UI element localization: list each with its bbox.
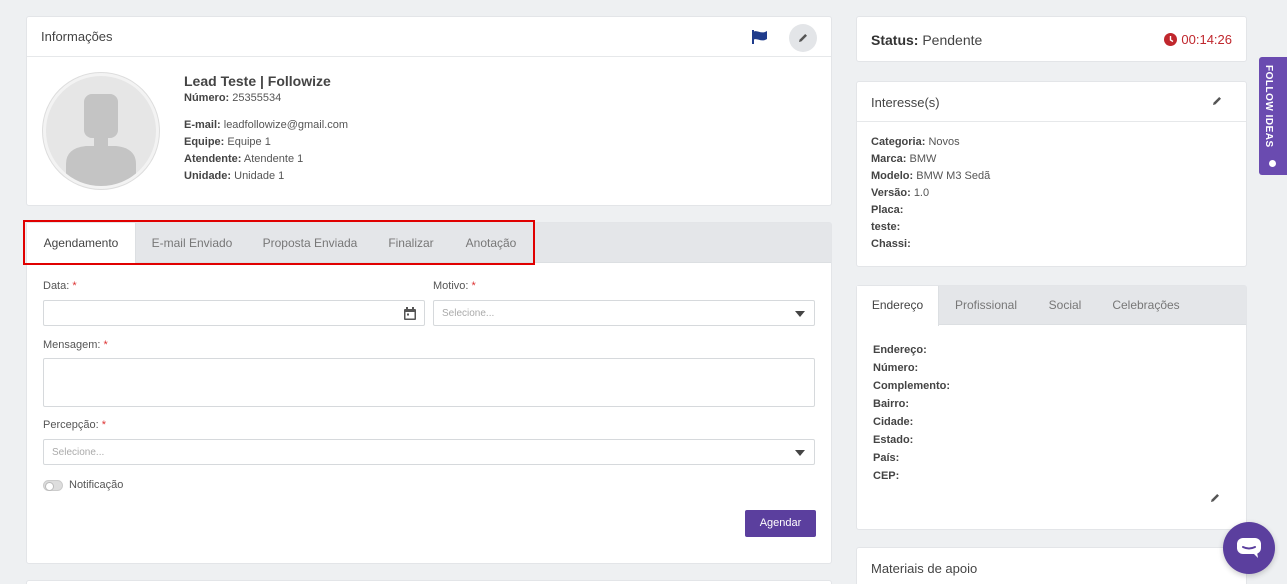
- chevron-down-icon: [795, 450, 805, 456]
- interest-row: Marca: BMW: [871, 153, 937, 165]
- edit-info-button[interactable]: [789, 24, 817, 52]
- data-label: Data: *: [43, 280, 77, 292]
- tab-celebracoes[interactable]: Celebrações: [1097, 286, 1195, 325]
- materials-card: Materiais de apoio: [856, 547, 1247, 584]
- interest-row: Versão: 1.0: [871, 187, 930, 199]
- status-timer: 00:14:26: [1164, 32, 1232, 47]
- interest-row: Chassi:: [871, 238, 911, 250]
- pencil-icon: [799, 34, 807, 42]
- tab-email-enviado[interactable]: E-mail Enviado: [136, 223, 248, 263]
- interest-row: Placa:: [871, 204, 904, 216]
- chat-icon: [1237, 538, 1261, 558]
- clock-icon: [1164, 33, 1178, 46]
- lightbulb-icon: [1269, 160, 1276, 167]
- mensagem-textarea[interactable]: [43, 358, 815, 407]
- interest-title: Interesse(s): [871, 95, 940, 110]
- info-card: Informações Lead Teste | Followize Númer…: [26, 16, 832, 206]
- lead-atendente: Atendente: Atendente 1: [184, 153, 304, 165]
- address-fields: Endereço: Número: Complemento: Bairro: C…: [873, 341, 950, 485]
- address-field: Complemento:: [873, 380, 950, 392]
- percepcao-select[interactable]: Selecione...: [43, 439, 815, 465]
- interest-row: teste:: [871, 221, 901, 233]
- action-tabs: Agendamento E-mail Enviado Proposta Envi…: [27, 223, 831, 264]
- lead-details: Lead Teste | Followize Número: 25355534 …: [184, 72, 348, 185]
- chevron-down-icon: [795, 311, 805, 317]
- status-text: Status: Pendente: [871, 32, 983, 48]
- tab-finalizar[interactable]: Finalizar: [372, 223, 450, 263]
- chat-button[interactable]: [1223, 522, 1275, 574]
- lead-name: Lead Teste | Followize: [184, 73, 331, 89]
- address-field: Bairro:: [873, 398, 910, 410]
- tab-profissional[interactable]: Profissional: [939, 286, 1033, 325]
- flag-icon[interactable]: [751, 28, 769, 44]
- calendar-icon[interactable]: [404, 307, 416, 320]
- address-card: Endereço Profissional Social Celebrações…: [856, 285, 1247, 530]
- interest-card: Interesse(s) Categoria: Novos Marca: BMW…: [856, 81, 1247, 267]
- percepcao-label: Percepção: *: [43, 419, 106, 431]
- interest-row: Modelo: BMW M3 Sedã: [871, 170, 991, 182]
- pencil-icon[interactable]: [1209, 492, 1221, 504]
- notificacao-toggle[interactable]: [43, 480, 63, 491]
- lead-email: E-mail: leadfollowize@gmail.com: [184, 119, 349, 131]
- follow-ideas-label: FOLLOW IDEAS: [1263, 65, 1274, 148]
- address-field: Número:: [873, 362, 919, 374]
- avatar-silhouette-icon: [66, 94, 136, 186]
- interest-list: Categoria: Novos Marca: BMW Modelo: BMW …: [871, 134, 990, 253]
- interest-header: Interesse(s): [857, 82, 1246, 122]
- address-field: Endereço:: [873, 344, 927, 356]
- agendar-button[interactable]: Agendar: [745, 510, 816, 537]
- lead-unidade: Unidade: Unidade 1: [184, 170, 285, 182]
- follow-ideas-tab[interactable]: FOLLOW IDEAS: [1259, 57, 1287, 175]
- bottom-card: [26, 580, 832, 584]
- tab-agendamento[interactable]: Agendamento: [27, 223, 136, 264]
- lead-numero: Número: 25355534: [184, 92, 282, 104]
- schedule-card: Agendamento E-mail Enviado Proposta Envi…: [26, 222, 832, 564]
- info-header: Informações: [27, 17, 831, 57]
- status-card: Status: Pendente 00:14:26: [856, 16, 1247, 62]
- notificacao-label: Notificação: [69, 479, 124, 491]
- pencil-icon[interactable]: [1211, 95, 1223, 107]
- materials-title: Materiais de apoio: [871, 561, 978, 576]
- tab-endereco[interactable]: Endereço: [857, 286, 939, 326]
- mensagem-label: Mensagem: *: [43, 339, 108, 351]
- address-tabs: Endereço Profissional Social Celebrações: [857, 286, 1246, 326]
- lead-equipe: Equipe: Equipe 1: [184, 136, 271, 148]
- motivo-select[interactable]: Selecione...: [433, 300, 815, 326]
- percepcao-placeholder: Selecione...: [52, 447, 105, 458]
- info-title: Informações: [41, 29, 113, 44]
- tab-social[interactable]: Social: [1033, 286, 1097, 325]
- date-input[interactable]: [43, 300, 425, 326]
- address-field: Cidade:: [873, 416, 914, 428]
- address-field: Estado:: [873, 434, 914, 446]
- address-field: CEP:: [873, 470, 900, 482]
- tab-proposta-enviada[interactable]: Proposta Enviada: [248, 223, 372, 263]
- avatar: [43, 73, 159, 189]
- interest-row: Categoria: Novos: [871, 136, 960, 148]
- motivo-placeholder: Selecione...: [442, 308, 495, 319]
- tab-anotacao[interactable]: Anotação: [450, 223, 532, 263]
- address-field: País:: [873, 452, 900, 464]
- motivo-label: Motivo: *: [433, 280, 476, 292]
